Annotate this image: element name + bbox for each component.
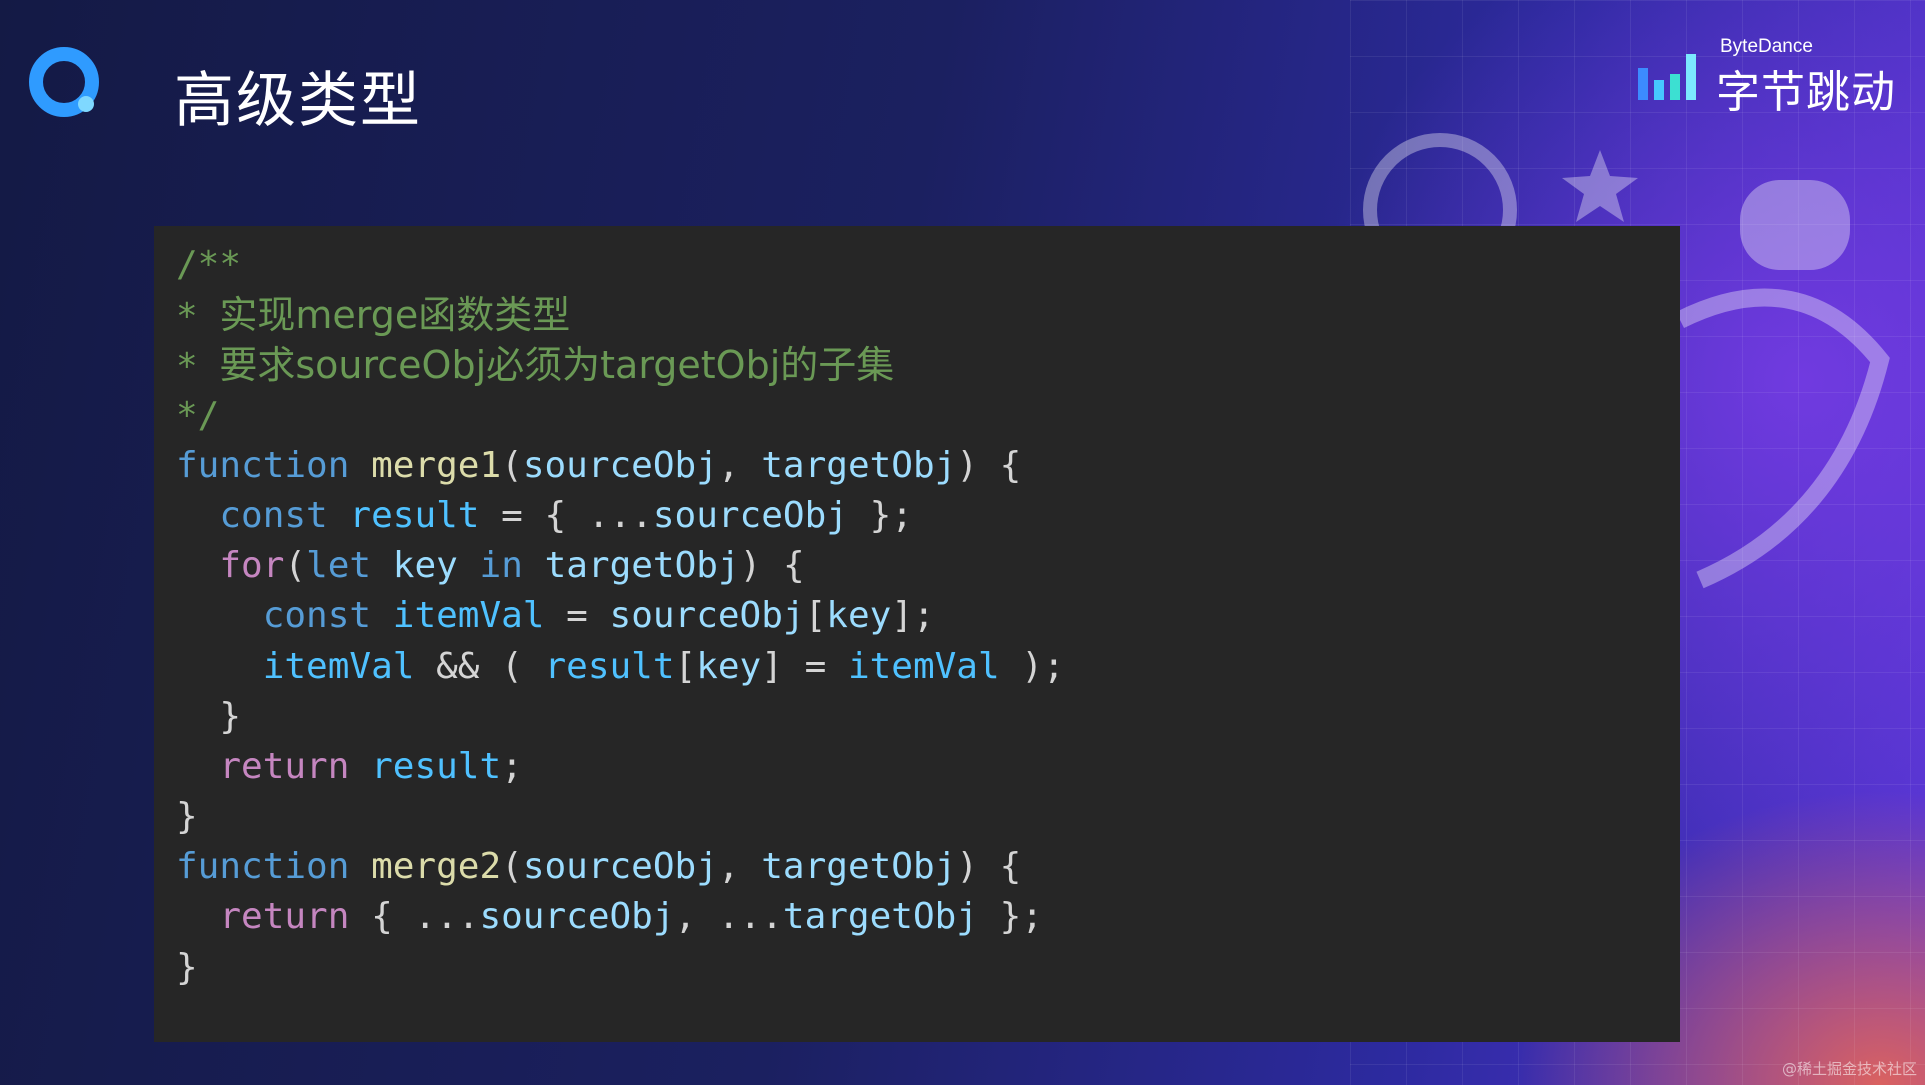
- variable: targetObj: [782, 896, 978, 938]
- code-line: const itemVal = sourceObj[key];: [262, 595, 935, 637]
- code-line: }: [176, 695, 242, 737]
- code-line: * 要求sourceObj必须为targetObj的子集: [176, 340, 1065, 390]
- code-line: /**: [176, 240, 1065, 290]
- variable: key: [392, 545, 458, 587]
- keyword-return: return: [219, 896, 350, 938]
- comment-open: /**: [176, 244, 242, 285]
- keyword-const: const: [219, 494, 328, 536]
- function-name: merge2: [371, 846, 502, 888]
- code-line: */: [176, 391, 1065, 441]
- param: sourceObj: [522, 846, 718, 888]
- code-line: return result;: [219, 745, 523, 787]
- keyword-let: let: [306, 545, 372, 587]
- brand-name-en: ByteDance: [1720, 36, 1813, 57]
- code-line: * 实现merge函数类型: [176, 290, 1065, 340]
- param: targetObj: [761, 444, 957, 486]
- variable: result: [371, 745, 502, 787]
- variable: sourceObj: [479, 896, 675, 938]
- comment-close: */: [176, 394, 220, 436]
- keyword-in: in: [479, 545, 523, 587]
- variable: itemVal: [392, 595, 545, 637]
- variable: targetObj: [544, 545, 740, 587]
- param: targetObj: [761, 846, 957, 888]
- variable: result: [544, 645, 675, 687]
- code-line: return { ...sourceObj, ...targetObj };: [219, 896, 1044, 938]
- code-line: }: [176, 796, 198, 838]
- variable: itemVal: [262, 645, 415, 687]
- variable: sourceObj: [609, 595, 805, 637]
- function-name: merge1: [371, 444, 502, 486]
- comment-text: 实现merge函数类型: [219, 293, 571, 338]
- bytedance-bars-icon: [1638, 54, 1696, 100]
- brand-name-cn: 字节跳动: [1716, 67, 1896, 118]
- variable: result: [349, 494, 480, 536]
- comment-star: *: [176, 296, 220, 338]
- app-logo-icon: [29, 47, 99, 117]
- code-line: function merge1(sourceObj, targetObj) {: [176, 444, 1022, 486]
- keyword-for: for: [219, 545, 285, 587]
- keyword-const: const: [262, 595, 372, 637]
- bytedance-logo: ByteDance 字节跳动: [1636, 34, 1906, 118]
- variable: key: [696, 645, 762, 687]
- code-line: for(let key in targetObj) {: [219, 545, 805, 587]
- variable: itemVal: [847, 645, 1000, 687]
- code-panel: /** * 实现merge函数类型 * 要求sourceObj必须为targetOb…: [154, 226, 1680, 1042]
- code-line: function merge2(sourceObj, targetObj) {: [176, 846, 1022, 888]
- footer-watermark: @稀土掘金技术社区: [1781, 1060, 1917, 1078]
- page-title: 高级类型: [174, 66, 422, 136]
- keyword-function: function: [176, 846, 350, 888]
- code-line: itemVal && ( result[key] = itemVal );: [262, 645, 1065, 687]
- keyword-function: function: [176, 444, 350, 486]
- comment-text: 要求sourceObj必须为targetObj的子集: [219, 343, 895, 388]
- variable: sourceObj: [652, 494, 848, 536]
- keyword-return: return: [219, 745, 350, 787]
- comment-star: *: [176, 346, 220, 388]
- code-line: }: [176, 946, 198, 988]
- code-line: const result = { ...sourceObj };: [219, 494, 913, 536]
- param: sourceObj: [522, 444, 718, 486]
- variable: key: [826, 595, 892, 637]
- code-block: /** * 实现merge函数类型 * 要求sourceObj必须为targetOb…: [176, 240, 1065, 993]
